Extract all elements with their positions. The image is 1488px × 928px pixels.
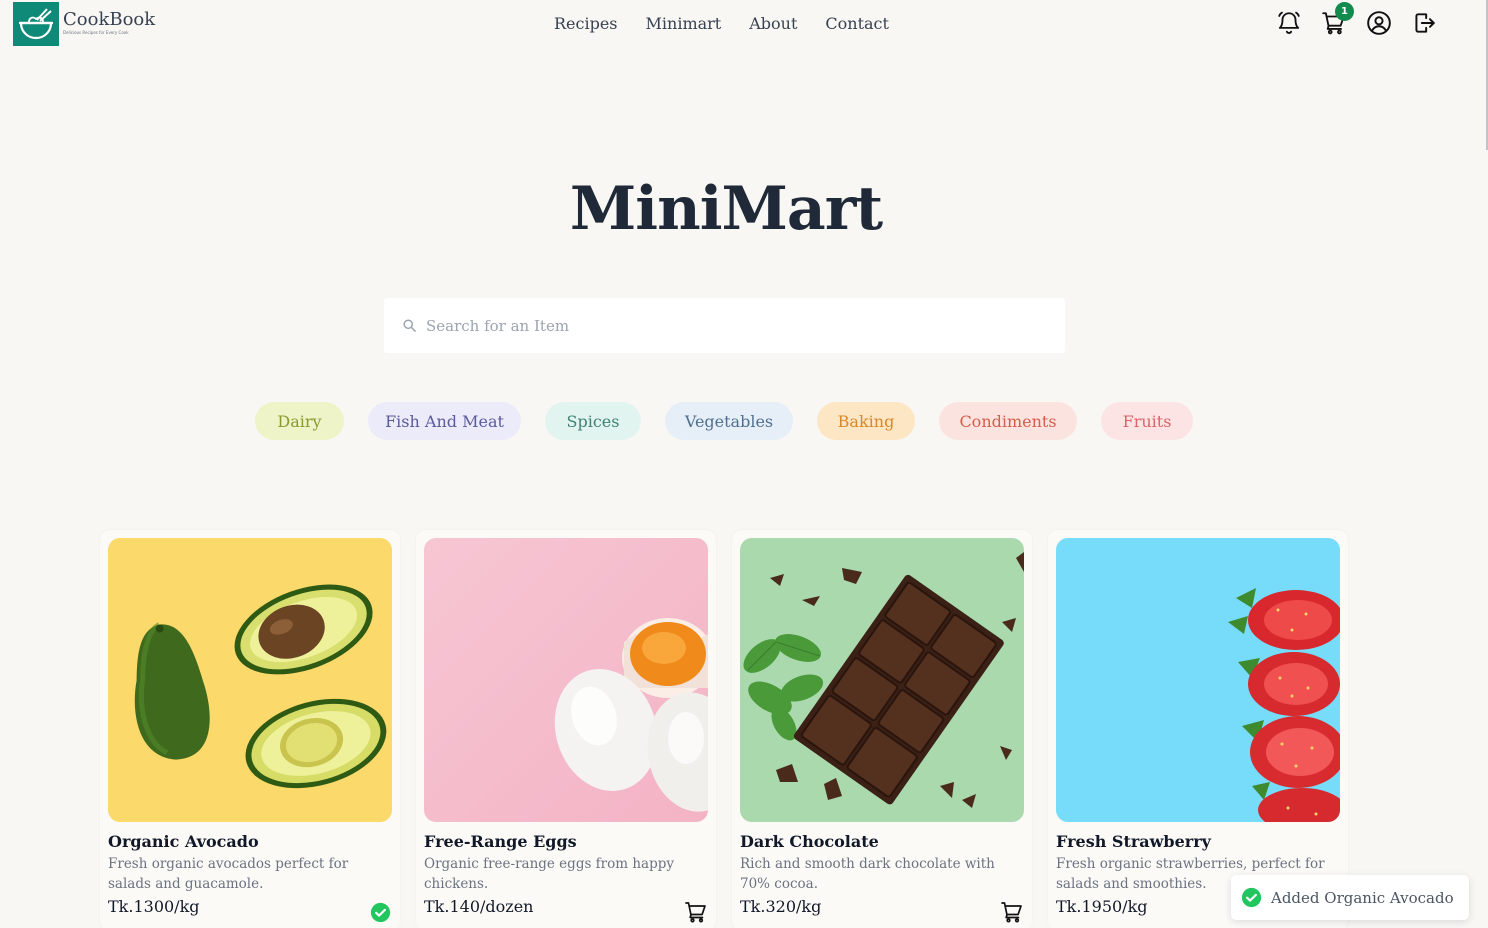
search-icon bbox=[403, 319, 416, 332]
notifications-button[interactable] bbox=[1274, 8, 1304, 38]
in-cart-check-button[interactable] bbox=[368, 900, 392, 924]
product-card[interactable]: Fresh Strawberry Fresh organic strawberr… bbox=[1048, 530, 1348, 928]
product-image-eggs bbox=[424, 538, 708, 822]
bowl-logo-icon bbox=[13, 2, 59, 46]
product-name: Free-Range Eggs bbox=[424, 832, 577, 851]
logout-icon bbox=[1415, 13, 1435, 33]
product-name: Dark Chocolate bbox=[740, 832, 879, 851]
product-grid: Organic Avocado Fresh organic avocados p… bbox=[100, 530, 1364, 928]
add-to-cart-button[interactable] bbox=[1000, 900, 1024, 924]
logo-title: CookBook bbox=[63, 9, 156, 30]
nav-contact[interactable]: Contact bbox=[811, 14, 903, 34]
profile-button[interactable] bbox=[1364, 8, 1394, 38]
user-circle-icon bbox=[1367, 11, 1391, 35]
cart-icon bbox=[1001, 902, 1022, 923]
product-description: Organic free-range eggs from happy chick… bbox=[424, 856, 675, 892]
product-description: Rich and smooth dark chocolate with 70% … bbox=[740, 856, 995, 892]
logo-tagline: Delicious Recipes for Every Cook bbox=[63, 30, 129, 35]
toast-message: Added Organic Avocado bbox=[1271, 888, 1454, 907]
logo[interactable]: CookBook Delicious Recipes for Every Coo… bbox=[13, 2, 155, 46]
product-image-chocolate bbox=[740, 538, 1024, 822]
logout-button[interactable] bbox=[1409, 8, 1439, 38]
category-chip-baking[interactable]: Baking bbox=[817, 402, 915, 440]
search-input[interactable] bbox=[426, 316, 1026, 335]
category-chip-dairy[interactable]: Dairy bbox=[255, 402, 344, 440]
product-name: Fresh Strawberry bbox=[1056, 832, 1211, 851]
search-bar bbox=[384, 298, 1065, 353]
header-actions: 1 bbox=[1274, 2, 1439, 38]
product-name: Organic Avocado bbox=[108, 832, 259, 851]
product-image-avocado bbox=[108, 538, 392, 822]
check-circle-icon bbox=[1241, 887, 1262, 908]
product-card[interactable]: Dark Chocolate Rich and smooth dark choc… bbox=[732, 530, 1032, 928]
add-to-cart-button[interactable] bbox=[684, 900, 708, 924]
category-chip-condiments[interactable]: Condiments bbox=[939, 402, 1077, 440]
product-image-strawberry bbox=[1056, 538, 1340, 822]
bell-icon bbox=[1278, 11, 1300, 34]
nav-about[interactable]: About bbox=[735, 14, 811, 34]
check-circle-icon bbox=[370, 902, 390, 922]
category-filters: Dairy Fish And Meat Spices Vegetables Ba… bbox=[255, 402, 1217, 440]
nav-minimart[interactable]: Minimart bbox=[632, 14, 736, 34]
product-card[interactable]: Organic Avocado Fresh organic avocados p… bbox=[100, 530, 400, 928]
category-chip-fish-and-meat[interactable]: Fish And Meat bbox=[368, 402, 521, 440]
main-nav: Recipes Minimart About Contact bbox=[540, 14, 903, 34]
category-chip-spices[interactable]: Spices bbox=[545, 402, 641, 440]
product-price: Tk.320/kg bbox=[740, 897, 822, 916]
top-navbar: CookBook Delicious Recipes for Every Coo… bbox=[0, 0, 1488, 50]
nav-recipes[interactable]: Recipes bbox=[540, 14, 632, 34]
cart-icon bbox=[685, 902, 706, 923]
cart-button[interactable]: 1 bbox=[1319, 2, 1354, 38]
toast-notification: Added Organic Avocado bbox=[1231, 875, 1469, 920]
category-chip-fruits[interactable]: Fruits bbox=[1101, 402, 1193, 440]
category-chip-vegetables[interactable]: Vegetables bbox=[665, 402, 793, 440]
product-description: Fresh organic avocados perfect for salad… bbox=[108, 856, 349, 892]
cart-count-badge: 1 bbox=[1335, 2, 1354, 21]
product-card[interactable]: Free-Range Eggs Organic free-range eggs … bbox=[416, 530, 716, 928]
page-title: MiniMart bbox=[569, 174, 883, 244]
product-price: Tk.1300/kg bbox=[108, 897, 200, 916]
product-price: Tk.140/dozen bbox=[424, 897, 534, 916]
